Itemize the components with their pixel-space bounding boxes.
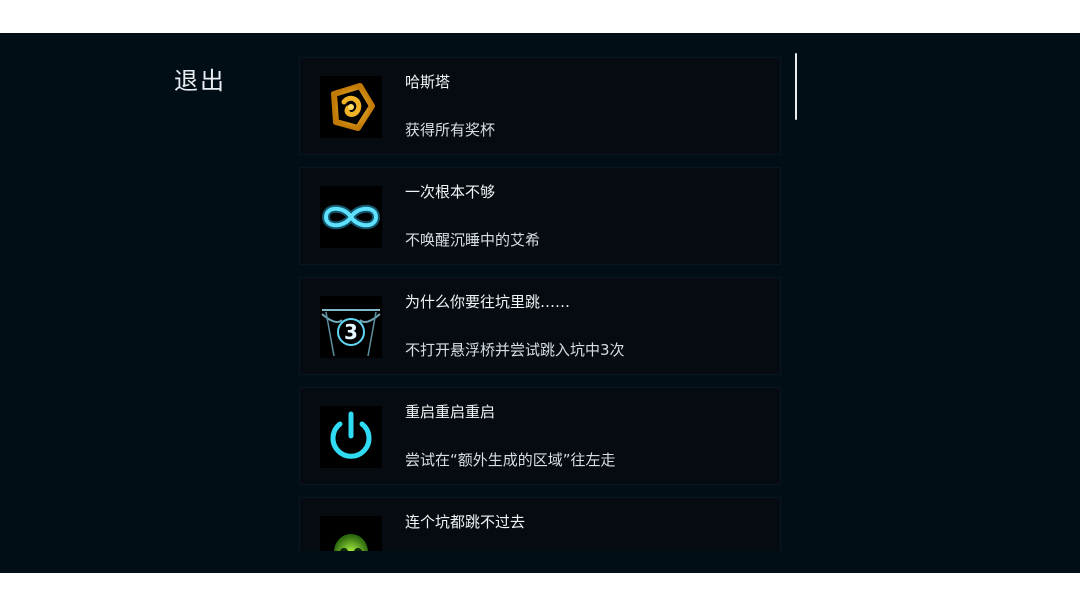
green-skull-icon: [320, 516, 382, 551]
achievement-title: 为什么你要往坑里跳……: [405, 293, 571, 311]
achievement-description: 尝试在“额外生成的区域”往左走: [405, 451, 616, 469]
achievement-card[interactable]: 一次根本不够 不唤醒沉睡中的艾希: [299, 167, 781, 265]
power-icon: [320, 406, 382, 468]
infinity-icon: [320, 186, 382, 248]
achievement-card[interactable]: 重启重启重启 尝试在“额外生成的区域”往左走: [299, 387, 781, 485]
achievement-description: 不唤醒沉睡中的艾希: [405, 231, 541, 249]
achievements-screen: 退出 哈斯塔 获得所有奖杯 一次根本不够 不唤醒沉睡中的艾希 3 为什么你要往坑…: [0, 33, 1080, 573]
achievement-title: 连个坑都跳不过去: [405, 513, 526, 531]
exit-button[interactable]: 退出: [174, 61, 226, 96]
achievement-title: 哈斯塔: [405, 73, 451, 91]
achievement-list[interactable]: 哈斯塔 获得所有奖杯 一次根本不够 不唤醒沉睡中的艾希 3 为什么你要往坑里跳……: [299, 57, 781, 551]
svg-text:3: 3: [344, 320, 358, 344]
golden-sigil-icon: [320, 76, 382, 138]
achievement-description: 不打开悬浮桥并尝试跳入坑中3次: [405, 341, 625, 359]
scrollbar[interactable]: [795, 53, 797, 120]
achievement-description: 获得所有奖杯: [405, 121, 496, 139]
achievement-card[interactable]: 哈斯塔 获得所有奖杯: [299, 57, 781, 155]
achievement-card[interactable]: 3 为什么你要往坑里跳…… 不打开悬浮桥并尝试跳入坑中3次: [299, 277, 781, 375]
achievement-card[interactable]: 连个坑都跳不过去: [299, 497, 781, 551]
achievement-title: 一次根本不够: [405, 183, 496, 201]
achievement-title: 重启重启重启: [405, 403, 496, 421]
bridge-pit-icon: 3: [320, 296, 382, 358]
